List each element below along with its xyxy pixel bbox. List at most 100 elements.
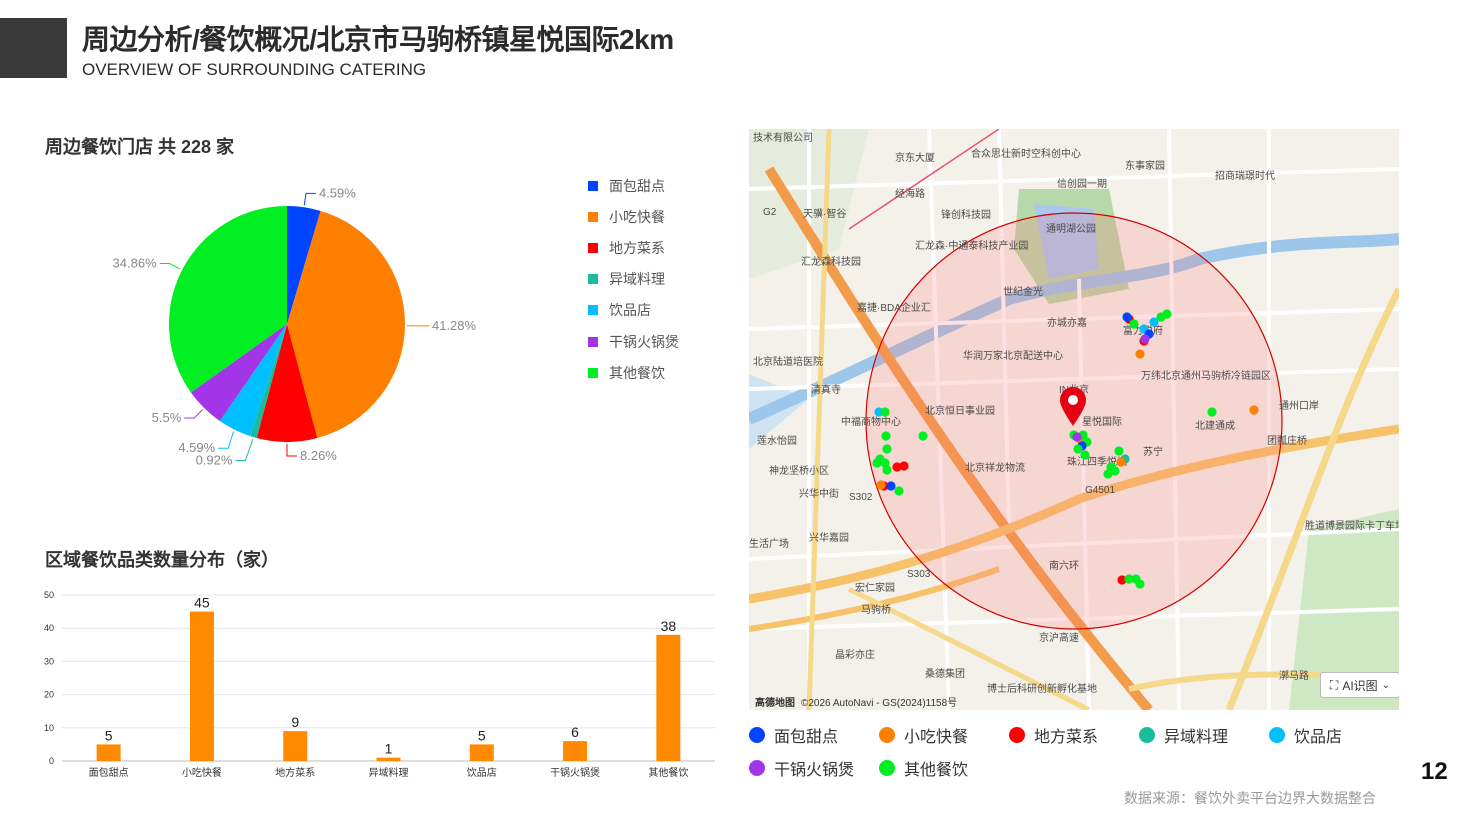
map-legend-item[interactable]: 异域料理 <box>1139 723 1269 747</box>
map-poi-dot <box>1080 450 1090 460</box>
map-legend-row: 干锅火锅煲 其他餐饮 <box>749 751 1409 784</box>
pie-legend: 面包甜点小吃快餐地方菜系异域料理饮品店干锅火锅煲 其他餐饮 <box>588 170 679 388</box>
map-place-label: 漷马路 <box>1279 669 1309 682</box>
header-accent-block <box>0 18 67 78</box>
map-place-label: 亦城亦嘉 <box>1047 316 1087 329</box>
map-place-label: 清真寺 <box>811 383 841 396</box>
map-legend-item[interactable]: 干锅火锅煲 <box>749 756 879 780</box>
map-poi-dot <box>1114 446 1124 456</box>
legend-label: 饮品店 <box>1294 728 1343 746</box>
map-legend-item[interactable]: 面包甜点 <box>749 723 879 747</box>
bar <box>189 611 214 761</box>
bar <box>376 757 401 761</box>
x-tick-label: 小吃快餐 <box>182 766 222 779</box>
x-tick-label: 面包甜点 <box>89 766 129 779</box>
legend-label: 其他餐饮 <box>904 761 969 779</box>
map-place-label: 宏仁家园 <box>855 581 895 594</box>
map-poi-dot <box>872 458 882 468</box>
y-tick-label: 50 <box>44 590 54 600</box>
amap-logo: 高德地图 <box>755 698 795 709</box>
map-legend-item[interactable]: 饮品店 <box>1269 723 1399 747</box>
y-tick-label: 0 <box>49 756 54 766</box>
map-legend-item[interactable]: 小吃快餐 <box>879 723 1009 747</box>
pie-chart-title: 周边餐饮门店 共 228 家 <box>45 137 235 157</box>
map-place-label: 嘉捷·BDA企业汇 <box>857 301 931 314</box>
ai-recognize-label: AI识图 <box>1342 678 1378 693</box>
x-tick-label: 其他餐饮 <box>648 766 688 779</box>
map-poi-dot <box>894 486 904 496</box>
legend-dot-icon <box>1139 726 1155 743</box>
map-poi-dot <box>1135 349 1145 359</box>
map-poi-dot <box>1103 469 1113 479</box>
legend-swatch <box>588 211 598 222</box>
map-legend-item[interactable]: 其他餐饮 <box>879 756 1009 780</box>
pie-leader-line <box>303 192 316 206</box>
legend-label: 饮品店 <box>609 302 651 319</box>
pie-legend-item[interactable]: 地方菜系 <box>588 232 679 263</box>
page-subtitle: OVERVIEW OF SURROUNDING CATERING <box>82 60 427 79</box>
map-place-label: 北建通成 <box>1195 419 1235 432</box>
legend-swatch <box>588 242 598 253</box>
map-place-label: 技术有限公司 <box>753 131 813 144</box>
map-place-label: 通明湖公园 <box>1046 223 1096 235</box>
legend-dot-icon <box>1269 726 1285 743</box>
legend-label: 异域料理 <box>1164 728 1229 746</box>
chevron-down-icon: ⌄ <box>1381 679 1391 691</box>
pie-data-label: 34.86% <box>113 256 158 271</box>
map-place-label: S303 <box>907 569 931 580</box>
map-place-label: 华润万家北京配送中心 <box>963 349 1063 362</box>
map-place-label: 南六环 <box>1049 559 1079 572</box>
data-source-note: 数据来源：餐饮外卖平台边界大数据整合 <box>1124 790 1376 806</box>
pie-legend-item[interactable]: 干锅火锅煲 <box>588 326 679 357</box>
map-place-label: 神龙坚桥小区 <box>769 464 829 477</box>
legend-label: 面包甜点 <box>774 728 839 746</box>
map-place-label: 生活广场 <box>749 537 789 550</box>
ai-recognize-button[interactable]: ⛶ AI识图 ⌄ <box>1320 672 1399 698</box>
legend-dot-icon <box>749 726 765 743</box>
x-tick-label: 地方菜系 <box>275 766 315 779</box>
map-poi-dot <box>1207 407 1217 417</box>
map-place-label: 莲水怡园 <box>757 434 797 447</box>
map-place-label: 汇龙森科技园 <box>801 255 861 268</box>
map-view[interactable]: 技术有限公司 京东大厦 合众思壮新时空科创中心 信创园一期 东事家园 招商瑞璟时代 经海路天… <box>749 129 1399 710</box>
map-place-label: 世纪金光 <box>1003 285 1043 298</box>
legend-dot-icon <box>879 759 895 776</box>
legend-swatch <box>588 274 598 285</box>
map-legend-item[interactable]: 地方菜系 <box>1009 723 1139 747</box>
bar-chart-title: 区域餐饮品类数量分布（家） <box>45 550 279 570</box>
map-place-label: S302 <box>849 492 873 503</box>
pie-legend-item[interactable]: 其他餐饮 <box>588 357 679 388</box>
pie-leader-line <box>184 409 204 419</box>
pie-legend-item[interactable]: 面包甜点 <box>588 170 679 201</box>
legend-label: 异域料理 <box>609 271 665 288</box>
legend-swatch <box>588 305 598 316</box>
pie-legend-item[interactable]: 小吃快餐 <box>588 201 679 232</box>
map-place-label: G4501 <box>1085 485 1115 496</box>
pie-leader-line <box>218 431 235 449</box>
pie-legend-item[interactable]: 饮品店 <box>588 295 679 326</box>
bar <box>656 634 681 761</box>
legend-swatch <box>588 336 598 347</box>
bar <box>469 744 494 761</box>
pie-legend-item[interactable]: 异域料理 <box>588 264 679 295</box>
legend-label: 小吃快餐 <box>609 208 665 225</box>
page-number: 12 <box>1421 758 1448 785</box>
pie-data-label: 8.26% <box>300 448 337 463</box>
map-place-label: 东事家园 <box>1125 159 1165 172</box>
y-tick-label: 40 <box>44 623 54 633</box>
x-tick-label: 饮品店 <box>467 766 497 779</box>
legend-swatch <box>588 180 598 191</box>
map-place-label: 京沪高速 <box>1039 631 1079 644</box>
map-place-label: 中福商物中心 <box>841 415 901 428</box>
map-poi-dot <box>882 444 892 454</box>
map-canvas[interactable]: 技术有限公司京东大厦 合众思壮新时空科创中心信创园一期 东事家园招商瑞璟时代经海路天… <box>749 129 1399 710</box>
y-tick-label: 20 <box>44 690 54 700</box>
x-tick-label: 干锅火锅煲 <box>550 766 600 779</box>
bar <box>96 744 121 761</box>
map-place-label: 兴华嘉园 <box>809 531 849 544</box>
bar <box>563 741 588 761</box>
map-poi-dot <box>1162 309 1172 319</box>
map-place-label: 万纬北京通州马驹桥冷链园区 <box>1141 369 1271 382</box>
map-place-label: 合众思壮新时空科创中心 <box>971 147 1081 160</box>
map-poi-dot <box>918 431 928 441</box>
